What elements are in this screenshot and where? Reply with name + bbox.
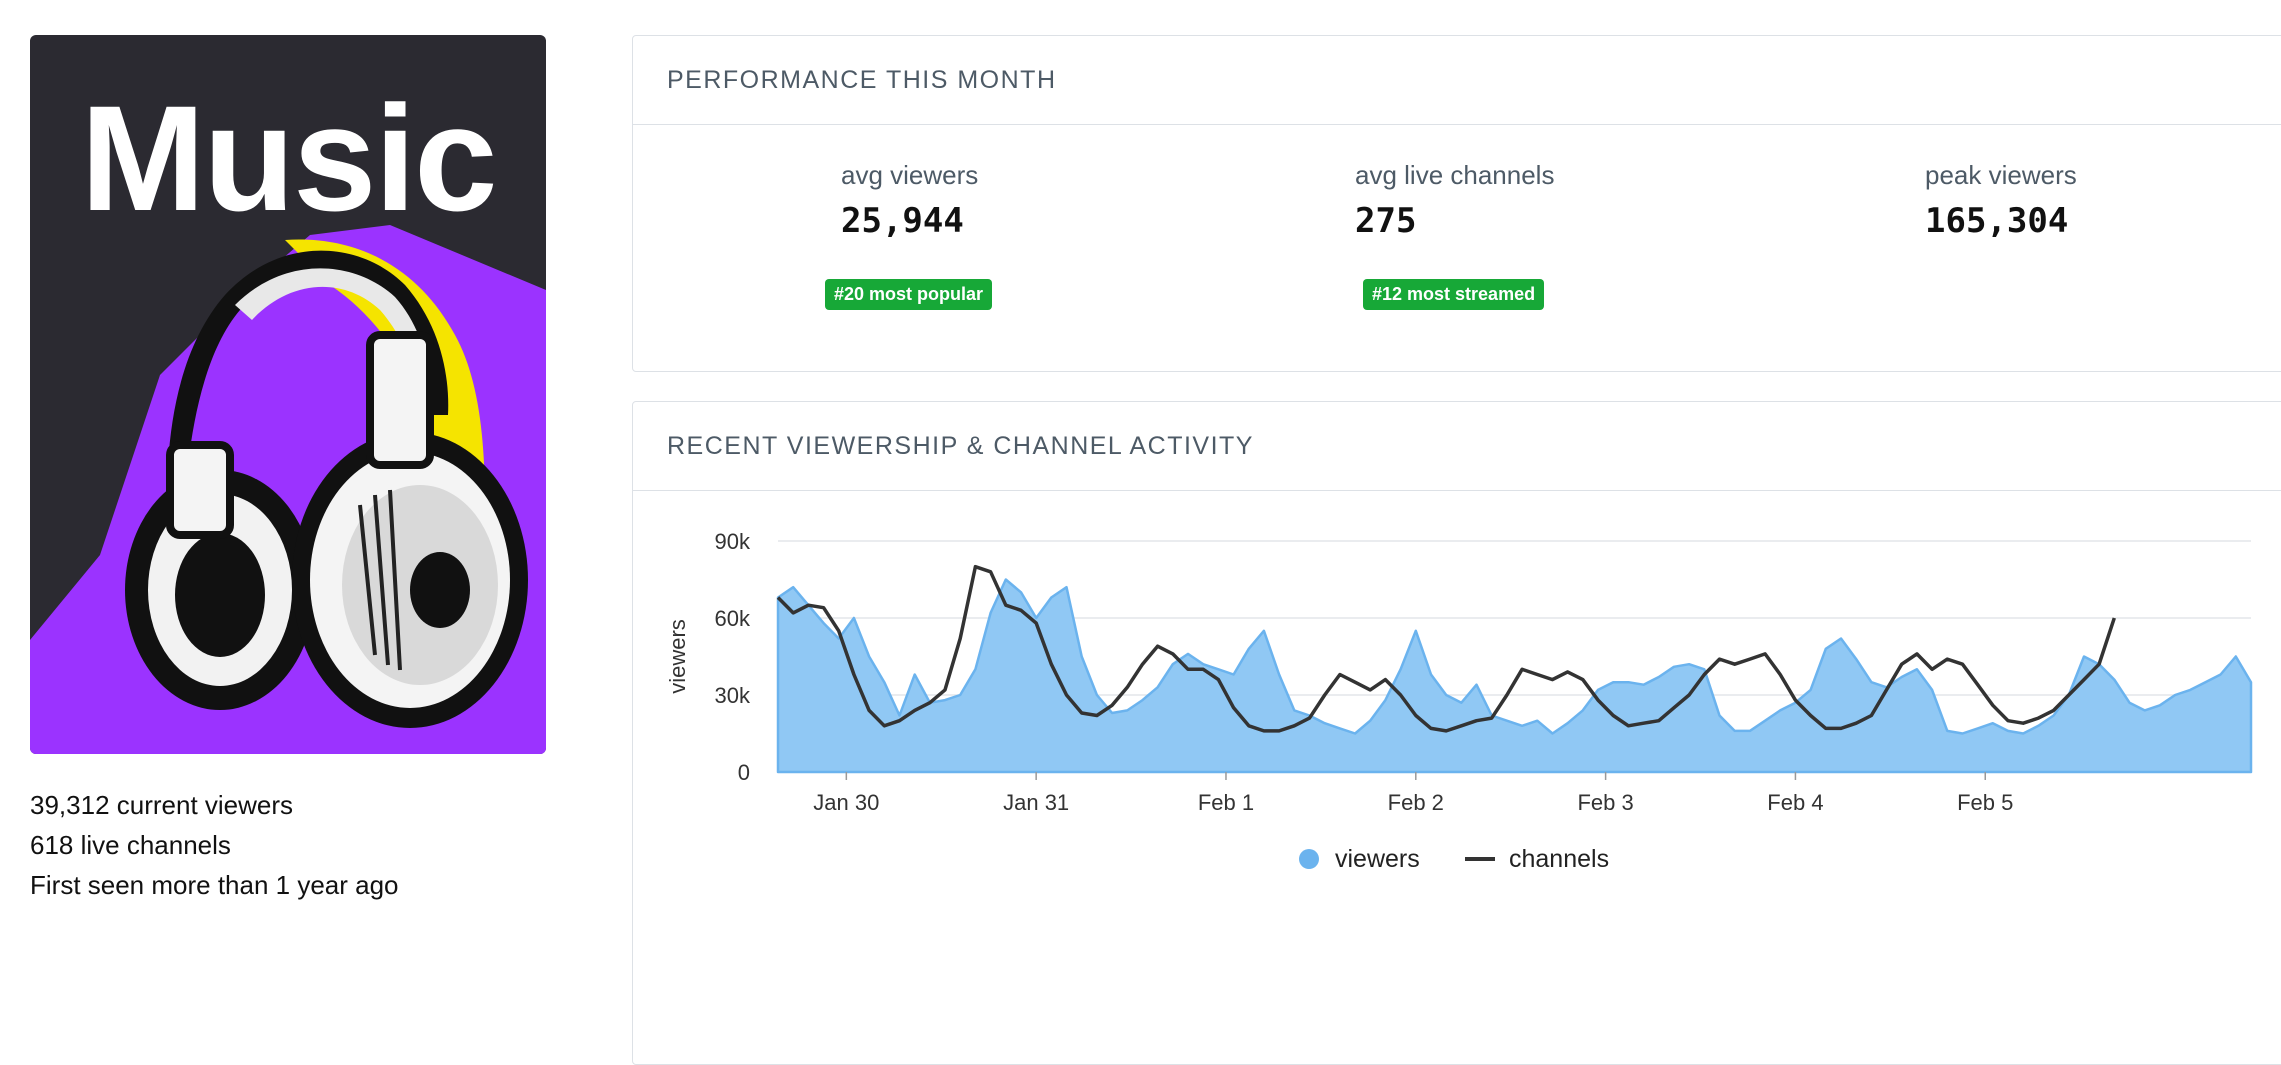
activity-card-header: RECENT VIEWERSHIP & CHANNEL ACTIVITY [633, 402, 2281, 491]
first-seen-text: First seen more than 1 year ago [30, 870, 399, 900]
x-tick-label: Jan 31 [1003, 790, 1069, 815]
viewership-chart[interactable]: 0 30k 60k 90k viewers Jan 30 Jan 31 Feb 1 Feb 2 F… [633, 491, 2281, 1061]
avg-viewers-metric: avg viewers 25,944 [841, 160, 978, 241]
cover-title: Music [80, 74, 497, 242]
activity-card: RECENT VIEWERSHIP & CHANNEL ACTIVITY 0 30… [632, 401, 2281, 1065]
legend-viewers-label: viewers [1335, 845, 1420, 873]
y-tick-label: 90k [715, 529, 751, 554]
performance-card-header: PERFORMANCE THIS MONTH [633, 36, 2281, 125]
y-axis-label: viewers [665, 619, 690, 694]
avg-channels-value: 275 [1355, 201, 1417, 241]
avg-channels-label: avg live channels [1355, 160, 1555, 190]
performance-card: PERFORMANCE THIS MONTH avg viewers 25,94… [632, 35, 2281, 372]
legend-viewers-marker [1299, 849, 1319, 869]
avg-channels-metric: avg live channels 275 [1355, 160, 1554, 241]
popularity-rank-badge[interactable]: #20 most popular [825, 279, 993, 310]
x-tick-label: Jan 30 [813, 790, 879, 815]
x-tick-label: Feb 5 [1957, 790, 2013, 815]
live-channels-text: 618 live channels [30, 830, 231, 860]
x-tick-label: Feb 4 [1767, 790, 1823, 815]
legend-channels-label: channels [1509, 845, 1609, 873]
streamed-rank-badge[interactable]: #12 most streamed [1363, 279, 1545, 310]
avg-viewers-label: avg viewers [841, 160, 979, 190]
category-cover-art: Music [30, 35, 546, 754]
x-tick-label: Feb 1 [1198, 790, 1254, 815]
current-viewers-text: 39,312 current viewers [30, 790, 294, 820]
y-tick-label: 60k [715, 606, 751, 631]
y-tick-label: 30k [715, 683, 751, 708]
viewers-area-series [776, 578, 2253, 774]
peak-viewers-value: 165,304 [1925, 201, 2069, 241]
peak-viewers-metric: peak viewers 165,304 [1925, 160, 2077, 241]
category-stats: 39,312 current viewers 618 live channels… [30, 785, 399, 905]
x-tick-label: Feb 3 [1577, 790, 1633, 815]
avg-viewers-value: 25,944 [841, 201, 964, 241]
peak-viewers-label: peak viewers [1925, 160, 2077, 190]
x-tick-label: Feb 2 [1388, 790, 1444, 815]
y-tick-label: 0 [738, 760, 750, 785]
